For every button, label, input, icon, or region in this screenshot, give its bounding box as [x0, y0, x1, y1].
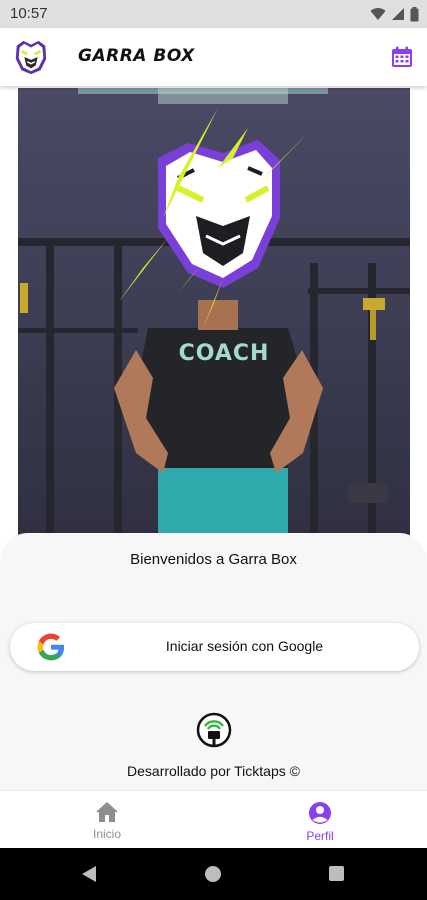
back-icon[interactable] — [80, 865, 98, 883]
app-bar: GARRA BOX — [0, 28, 427, 86]
profile-icon — [309, 802, 331, 824]
google-icon — [37, 633, 65, 661]
shirt-text: COACH — [179, 341, 270, 366]
welcome-text: Bienvenidos a Garra Box — [130, 551, 297, 568]
ticktaps-logo-icon — [196, 712, 232, 748]
nav-item-inicio[interactable]: Inicio — [77, 797, 137, 845]
status-bar: 10:57 — [0, 0, 427, 28]
status-icons — [370, 6, 419, 22]
home-circle-icon[interactable] — [204, 865, 222, 883]
signal-icon — [392, 8, 404, 20]
google-signin-label: Iniciar sesión con Google — [165, 638, 324, 654]
home-icon — [96, 802, 118, 822]
developer-credit: Desarrollado por Ticktaps © — [127, 763, 300, 779]
login-sheet: Bienvenidos a Garra Box Iniciar sesión c… — [0, 533, 427, 793]
recents-icon[interactable] — [328, 865, 345, 882]
app-title: GARRA BOX — [78, 46, 195, 66]
bottom-navigation: Inicio Perfil — [0, 790, 427, 848]
nav-label-inicio: Inicio — [92, 827, 121, 841]
tiger-logo-icon[interactable] — [12, 38, 50, 76]
hero-illustration: COACH — [18, 88, 410, 558]
nav-label-perfil: Perfil — [306, 829, 334, 843]
hero-image: COACH — [18, 88, 410, 558]
calendar-icon[interactable] — [390, 45, 414, 69]
status-time: 10:57 — [10, 5, 48, 22]
nav-item-perfil[interactable]: Perfil — [290, 797, 350, 845]
wifi-icon — [370, 8, 386, 20]
google-signin-button[interactable]: Iniciar sesión con Google — [10, 623, 419, 671]
system-navigation-bar — [0, 848, 427, 900]
battery-icon — [410, 6, 419, 21]
